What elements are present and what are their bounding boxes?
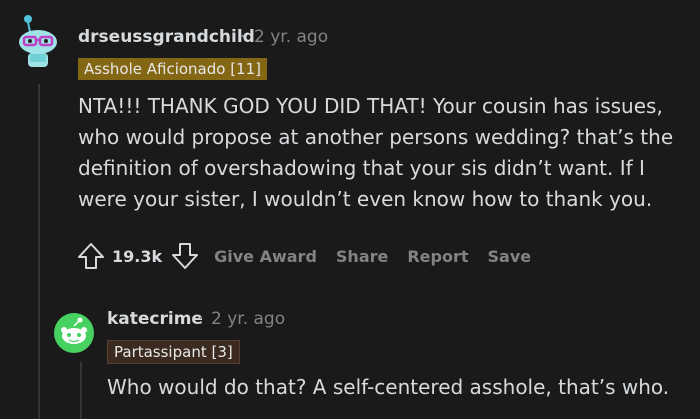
comment-body: NTA!!! THANK GOD YOU DID THAT! Your cous… [78,94,674,211]
comment-timestamp[interactable]: 2 yr. ago [254,27,328,47]
comment-body: Who would do that? A self-centered assho… [107,375,670,399]
user-flair: Partassipant [3] [107,340,240,364]
comment-timestamp[interactable]: 2 yr. ago [211,309,285,329]
comment-actions: 19.3k Give Award Share Report Save [76,240,550,272]
comment-author[interactable]: katecrime [107,309,203,329]
downvote-icon[interactable] [170,241,200,271]
give-award-button[interactable]: Give Award [214,247,317,266]
meta-separator: · [240,27,246,47]
comment-author[interactable]: drseussgrandchild [78,27,255,47]
report-button[interactable]: Report [407,247,468,266]
share-button[interactable]: Share [336,247,388,266]
thread-line[interactable] [38,84,40,419]
snoo-default-avatar-icon[interactable] [54,313,94,353]
user-flair: Asshole Aficionado [11] [78,58,267,80]
comment-thread: drseussgrandchild · 2 yr. ago Asshole Af… [0,0,700,419]
meta-separator: · [198,309,204,329]
vote-count: 19.3k [112,246,163,266]
thread-line-reply[interactable] [80,362,82,419]
save-button[interactable]: Save [488,247,532,266]
upvote-icon[interactable] [76,241,106,271]
snoo-avatar-icon[interactable] [16,14,60,72]
